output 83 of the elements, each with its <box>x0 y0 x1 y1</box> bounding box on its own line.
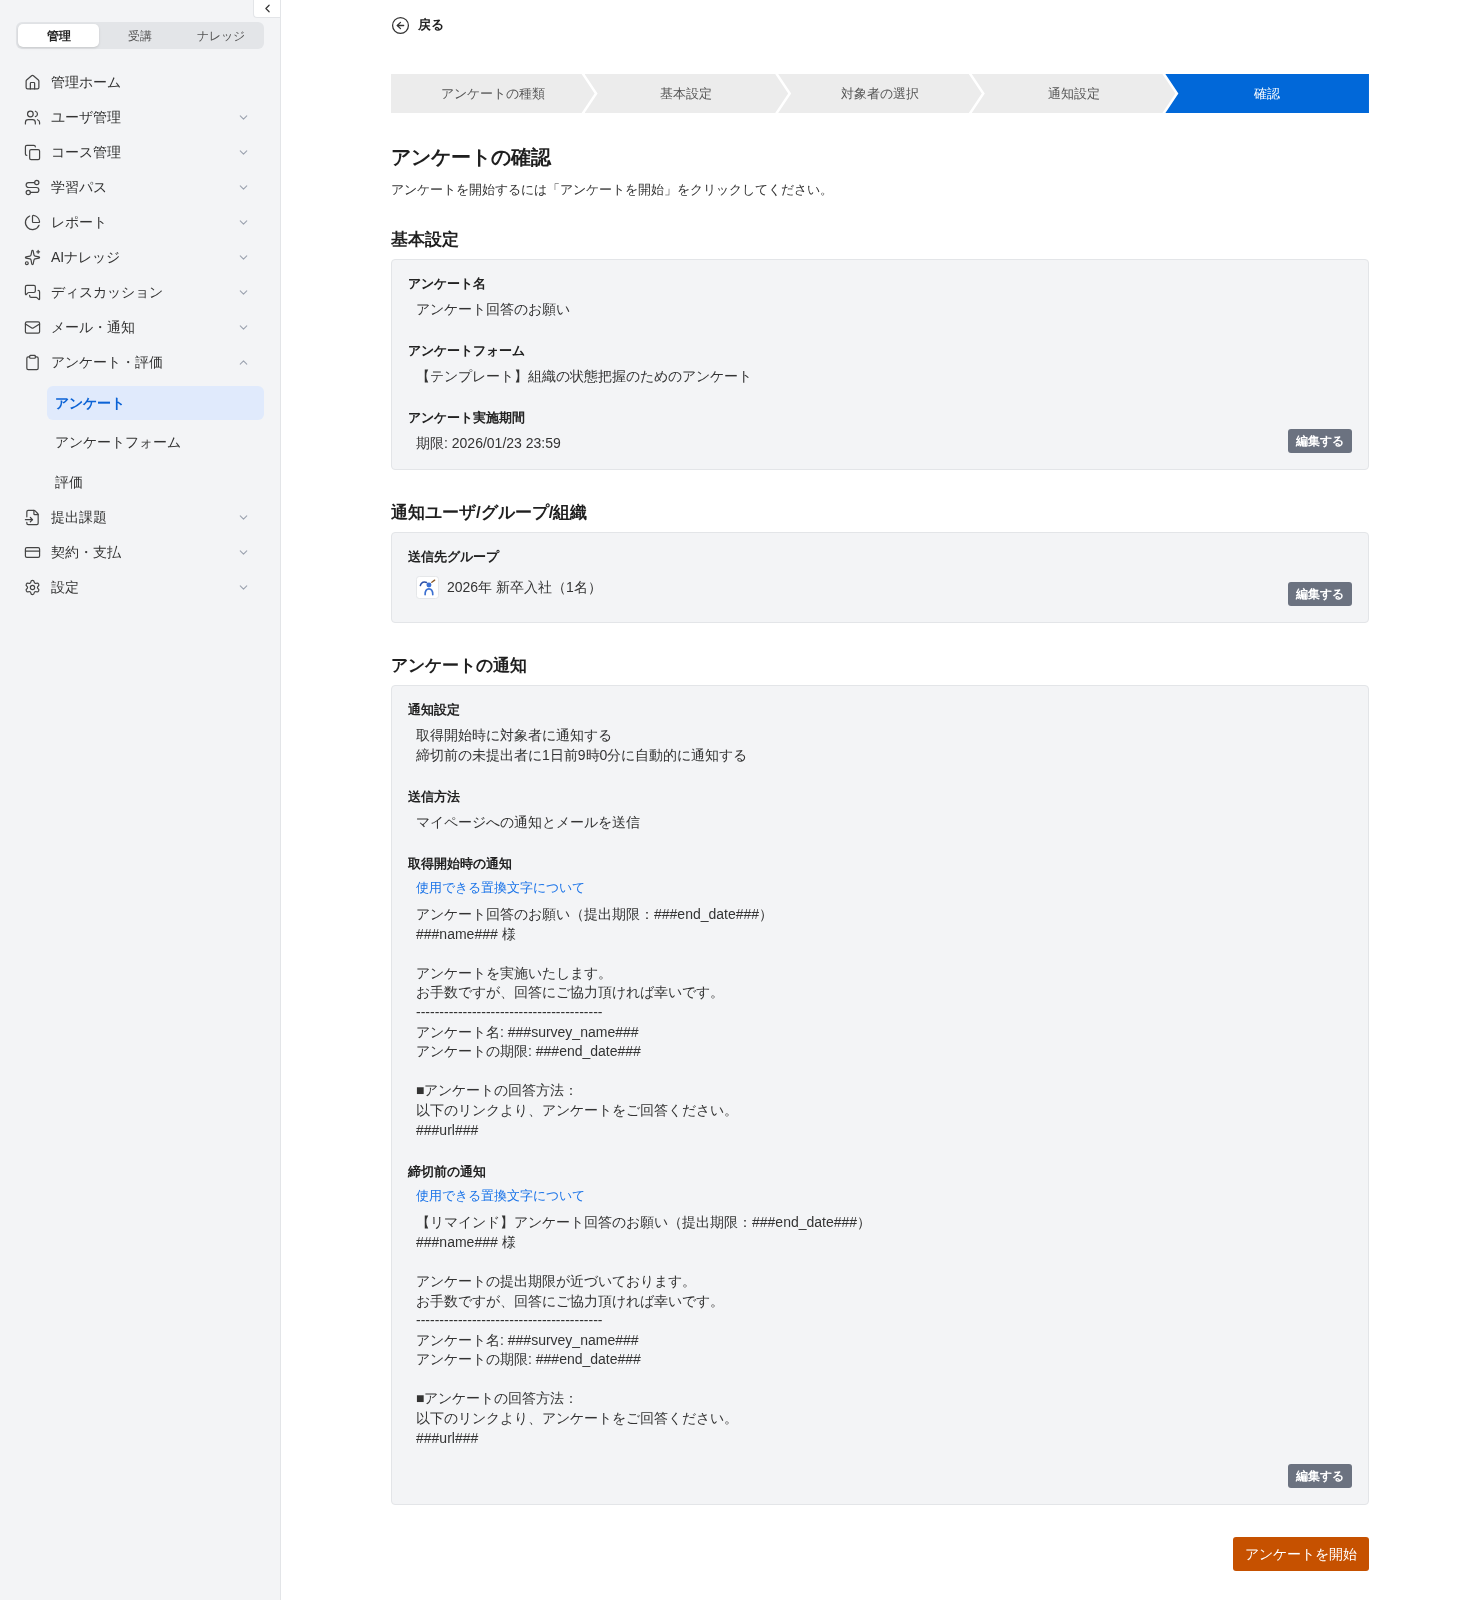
step-item: 基本設定 <box>584 74 789 113</box>
step-item: 確認 <box>1165 74 1369 113</box>
step-item: 通知設定 <box>971 74 1176 113</box>
message-line: ###name### 様 <box>416 924 517 944</box>
start-survey-button[interactable]: アンケートを開始 <box>1233 1537 1369 1572</box>
step-item: 対象者の選択 <box>778 74 982 113</box>
message-line: アンケート回答のお願い（提出期限：###end_date###） <box>416 905 775 924</box>
subnav-item[interactable]: アンケートフォーム <box>47 425 264 460</box>
message-line: ---------------------------------------- <box>416 1311 604 1331</box>
field-label: 送信先グループ <box>408 548 501 566</box>
field-value: 締切前の未提出者に1日前9時0分に自動的に通知する <box>416 746 749 765</box>
edit-button[interactable]: 編集する <box>1288 429 1352 453</box>
route-icon <box>24 179 41 196</box>
message-line: ###url### <box>416 1428 480 1448</box>
edit-button[interactable]: 編集する <box>1288 582 1352 606</box>
message-line: お手数ですが、回答にご協力頂ければ幸いです。 <box>416 983 725 1003</box>
nav-item[interactable]: 設定 <box>16 569 264 605</box>
message-line: ■アンケートの回答方法： <box>416 1081 580 1101</box>
nav-item[interactable]: 学習パス <box>16 170 264 205</box>
message-line: アンケートの提出期限が近づいております。 <box>416 1271 697 1291</box>
message-line: アンケートの期限: ###end_date### <box>416 1350 642 1370</box>
collapse-sidebar-button[interactable] <box>253 0 280 18</box>
pie-chart-icon <box>24 214 41 231</box>
field-value: 【テンプレート】組織の状態把握のためのアンケート <box>415 367 753 386</box>
nav-item[interactable]: コース管理 <box>16 135 264 170</box>
group-avatar-icon <box>416 575 439 599</box>
nav-item[interactable]: 契約・支払 <box>16 534 264 570</box>
message-line: 以下のリンクより、アンケートをご回答ください。 <box>416 1409 739 1429</box>
group-name: 2026年 新卒入社（1名） <box>447 578 602 597</box>
field-label: 通知設定 <box>408 701 461 719</box>
subnav-item[interactable]: アンケート <box>47 386 264 420</box>
replacement-help-link[interactable]: 使用できる置換文字について <box>416 879 585 897</box>
message-line: ---------------------------------------- <box>416 1002 604 1022</box>
message-line: アンケート名: ###survey_name### <box>416 1330 640 1350</box>
message-line: アンケート名: ###survey_name### <box>416 1022 640 1042</box>
mode-tab[interactable]: 受講 <box>99 24 181 47</box>
field-label: 締切前の通知 <box>408 1163 487 1182</box>
field-value: 取得開始時に対象者に通知する <box>416 726 613 745</box>
section-title: アンケートの通知 <box>391 655 528 677</box>
edit-button[interactable]: 編集する <box>1288 1464 1352 1489</box>
envelope-icon <box>24 319 41 336</box>
message-line: 【リマインド】アンケート回答のお願い（提出期限：###end_date###） <box>416 1213 873 1233</box>
back-link[interactable]: 戻る <box>391 15 444 35</box>
nav-item[interactable]: アンケート・評価 <box>16 345 264 380</box>
page-description: アンケートを開始するには「アンケートを開始」をクリックしてください。 <box>391 181 834 199</box>
chat-bubbles-icon <box>24 284 41 301</box>
message-line: ■アンケートの回答方法： <box>416 1389 580 1409</box>
step-item: アンケートの種類 <box>391 74 595 113</box>
mode-tab[interactable]: 管理 <box>18 24 100 47</box>
nav-item[interactable]: レポート <box>16 205 264 240</box>
field-label: 取得開始時の通知 <box>408 855 513 873</box>
field-label: アンケート実施期間 <box>408 409 526 427</box>
file-arrow-icon <box>24 508 41 526</box>
field-value: アンケート回答のお願い <box>415 300 571 319</box>
home-icon <box>24 74 41 91</box>
nav-item[interactable]: 提出課題 <box>16 499 264 535</box>
documents-icon <box>24 144 41 161</box>
section-title: 通知ユーザ/グループ/組織 <box>391 502 589 524</box>
nav-item[interactable]: ディスカッション <box>16 275 264 310</box>
users-icon <box>24 109 41 126</box>
message-line: 以下のリンクより、アンケートをご回答ください。 <box>416 1100 739 1120</box>
field-label: アンケート名 <box>408 275 487 293</box>
nav-item[interactable]: 管理ホーム <box>16 65 264 100</box>
settings-icon <box>24 578 41 596</box>
clipboard-icon <box>24 354 41 371</box>
page-title: アンケートの確認 <box>391 145 553 170</box>
subnav-item[interactable]: 評価 <box>47 465 264 499</box>
message-line: アンケートの期限: ###end_date### <box>416 1042 642 1062</box>
message-line: アンケートを実施いたします。 <box>416 963 613 983</box>
nav-item[interactable]: メール・通知 <box>16 310 264 345</box>
section-title: 基本設定 <box>391 229 460 251</box>
message-line: ###name### 様 <box>416 1232 517 1252</box>
replacement-help-link[interactable]: 使用できる置換文字について <box>416 1187 585 1206</box>
nav-item[interactable]: AIナレッジ <box>16 240 264 275</box>
message-line: ###url### <box>416 1120 480 1140</box>
nav-item[interactable]: ユーザ管理 <box>16 100 264 135</box>
sparkles-icon <box>24 249 41 266</box>
field-value: 期限: 2026/01/23 23:59 <box>415 434 562 453</box>
field-label: 送信方法 <box>408 788 461 806</box>
field-value: マイページへの通知とメールを送信 <box>415 813 641 832</box>
field-label: アンケートフォーム <box>408 342 526 360</box>
message-line: お手数ですが、回答にご協力頂ければ幸いです。 <box>416 1291 725 1311</box>
mode-tab[interactable]: ナレッジ <box>180 24 262 47</box>
